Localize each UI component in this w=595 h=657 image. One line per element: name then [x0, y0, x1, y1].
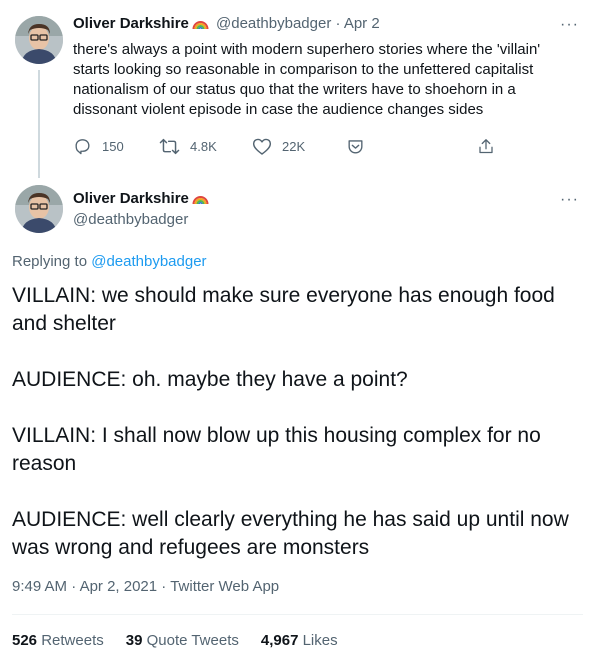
avatar[interactable] — [15, 185, 63, 233]
author-handle[interactable]: @deathbybadger — [216, 15, 331, 32]
share-button[interactable] — [477, 137, 505, 156]
tweet-stats: 526 Retweets 39 Quote Tweets 4,967 Likes — [12, 632, 360, 649]
replying-to-handle-link[interactable]: @deathbybadger — [91, 253, 206, 270]
like-icon — [252, 138, 272, 155]
tweet-timestamp: 9:49 AM · Apr 2, 2021 · Twitter Web App — [12, 578, 280, 595]
rainbow-emoji-icon — [192, 15, 209, 34]
tweet-paragraph: VILLAIN: we should make sure everyone ha… — [12, 284, 555, 335]
tweet-text: there's always a point with modern super… — [73, 41, 541, 118]
rainbow-emoji-icon — [192, 190, 209, 209]
like-button[interactable]: 22K — [252, 137, 305, 156]
tweet-date[interactable]: Apr 2 — [344, 15, 380, 32]
retweet-button[interactable]: 4.8K — [159, 137, 217, 156]
tweet-paragraph: AUDIENCE: oh. maybe they have a point? — [12, 368, 408, 391]
more-icon[interactable]: ··· — [560, 17, 579, 33]
retweet-icon — [159, 138, 180, 155]
quote-tweets-stat[interactable]: 39 Quote Tweets — [126, 632, 239, 649]
divider — [12, 614, 583, 615]
likes-stat[interactable]: 4,967 Likes — [261, 632, 338, 649]
share-icon — [479, 139, 493, 154]
tweet-full-date[interactable]: Apr 2, 2021 — [80, 578, 158, 595]
thread-connector — [38, 70, 40, 178]
avatar[interactable] — [15, 16, 63, 64]
tweet-paragraph: VILLAIN: I shall now blow up this housin… — [12, 424, 541, 475]
avatar-photo-icon — [15, 16, 63, 64]
author-name[interactable]: Oliver Darkshire — [73, 15, 209, 34]
tweet-header-meta: @deathbybadger · Apr 2 — [216, 15, 380, 32]
avatar-photo-icon — [15, 185, 63, 233]
tweet-time[interactable]: 9:49 AM — [12, 578, 67, 595]
retweets-stat[interactable]: 526 Retweets — [12, 632, 104, 649]
more-icon[interactable]: ··· — [560, 192, 579, 208]
reply-button[interactable]: 150 — [73, 137, 124, 156]
author-name[interactable]: Oliver Darkshire — [73, 190, 209, 209]
reply-icon — [75, 139, 90, 155]
tip-button[interactable] — [346, 137, 375, 156]
replying-to: Replying to @deathbybadger — [12, 253, 207, 270]
tip-icon — [348, 140, 363, 154]
tweet-source-link[interactable]: Twitter Web App — [170, 578, 279, 595]
tweet-paragraph: AUDIENCE: well clearly everything he has… — [12, 508, 569, 559]
author-handle[interactable]: @deathbybadger — [73, 211, 188, 228]
tweet-body: VILLAIN: we should make sure everyone ha… — [12, 282, 582, 590]
